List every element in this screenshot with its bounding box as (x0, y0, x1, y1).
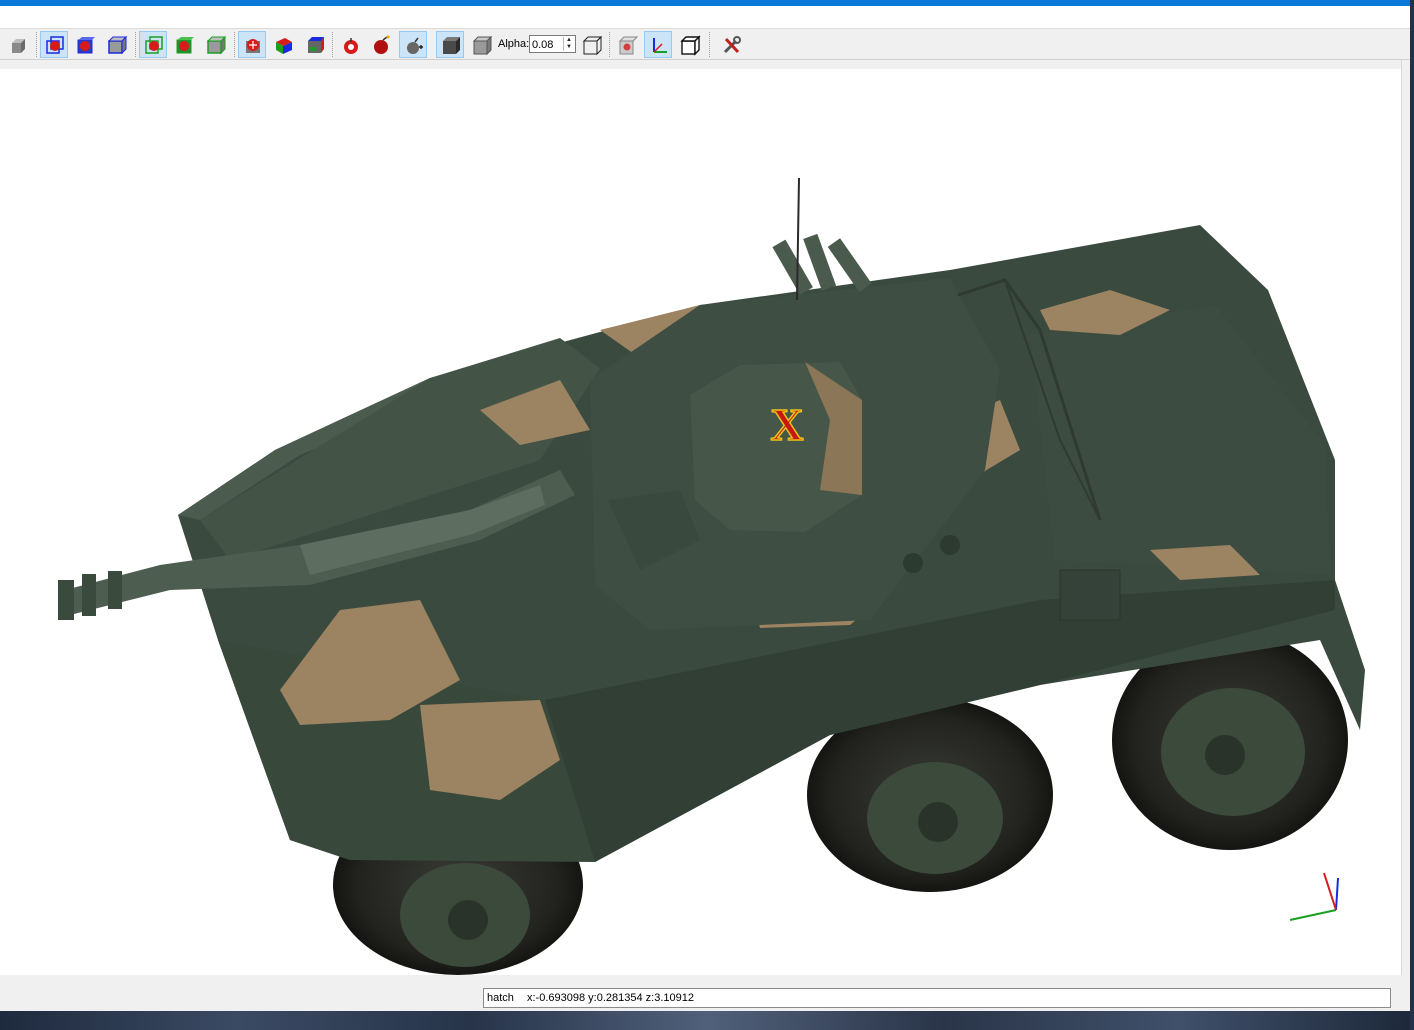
collision-red-icon (246, 39, 260, 53)
toolbar-separator (609, 32, 610, 57)
tools-button[interactable] (717, 31, 745, 58)
color-box-icon (276, 38, 292, 54)
spin-down-icon[interactable]: ▼ (563, 44, 574, 51)
wireframe-green-red-icon (145, 36, 163, 54)
status-coordinates: x:-0.693098 y:0.281354 z:3.10912 (527, 992, 694, 1004)
desktop-taskbar (0, 1011, 1414, 1030)
alpha-label: Alpha: (498, 38, 530, 50)
bomb-spark-icon (407, 37, 423, 54)
color-cube-button[interactable] (300, 31, 328, 58)
window-title-area (0, 6, 1414, 28)
axis-gizmo (1289, 872, 1339, 921)
alpha-input[interactable] (532, 38, 562, 51)
toolbar-separator (709, 32, 710, 57)
solid-red-box-button[interactable] (71, 31, 99, 58)
selection-marker: X (770, 399, 803, 450)
wireframe-red-button[interactable] (40, 31, 68, 58)
camera-cube-icon (618, 36, 639, 55)
outline-cube-button[interactable] (675, 31, 703, 58)
solid-green-icon (206, 35, 227, 55)
status-object-name: hatch (487, 992, 514, 1004)
window-right-border (1410, 0, 1414, 1030)
toolbar-separator (332, 32, 333, 57)
wire-cube-icon (582, 35, 603, 56)
dark-cube-icon (443, 37, 460, 54)
dark-cube-button[interactable] (436, 31, 464, 58)
toolbar-separator (135, 32, 136, 57)
wireframe-red-icon (46, 36, 64, 54)
bomb-icon (374, 35, 390, 54)
solid-red-box-icon (77, 37, 95, 54)
collision-red-button[interactable] (238, 31, 266, 58)
wire-cube-button[interactable] (577, 31, 605, 58)
camera-cube-button[interactable] (613, 31, 641, 58)
wireframe-green-red-button[interactable] (139, 31, 167, 58)
3d-viewport[interactable]: X (0, 69, 1401, 975)
grey-cube-button[interactable] (467, 31, 495, 58)
box-blue-button[interactable] (102, 31, 130, 58)
solid-green-red-icon (176, 37, 194, 54)
spin-up-icon[interactable]: ▲ (563, 37, 574, 44)
bomb-add-button[interactable] (336, 31, 364, 58)
bomb-button[interactable] (367, 31, 395, 58)
axes-button[interactable] (644, 31, 672, 58)
solid-green-button[interactable] (201, 31, 229, 58)
vehicle-model-render: X (58, 177, 1365, 975)
alpha-spinbox[interactable]: ▲ ▼ (529, 35, 576, 53)
color-box-button[interactable] (269, 31, 297, 58)
axes-icon (653, 38, 667, 53)
color-cube-icon (308, 37, 324, 53)
grey-cube-icon (472, 35, 493, 56)
status-field: hatch x:-0.693098 y:0.281354 z:3.10912 (483, 988, 1391, 1008)
tools-icon (723, 36, 741, 54)
outline-cube-icon (680, 35, 701, 56)
status-bar: hatch x:-0.693098 y:0.281354 z:3.10912 (0, 975, 1414, 1011)
solid-view-icon (12, 39, 25, 53)
solid-green-red-button[interactable] (170, 31, 198, 58)
bomb-spark-button[interactable] (399, 31, 427, 58)
toolbar-separator (234, 32, 235, 57)
box-blue-icon (107, 35, 128, 55)
toolbar: Alpha: ▲ ▼ (0, 28, 1414, 60)
bomb-add-icon (344, 38, 358, 54)
solid-view-button[interactable] (4, 31, 32, 58)
toolbar-separator (36, 32, 37, 57)
